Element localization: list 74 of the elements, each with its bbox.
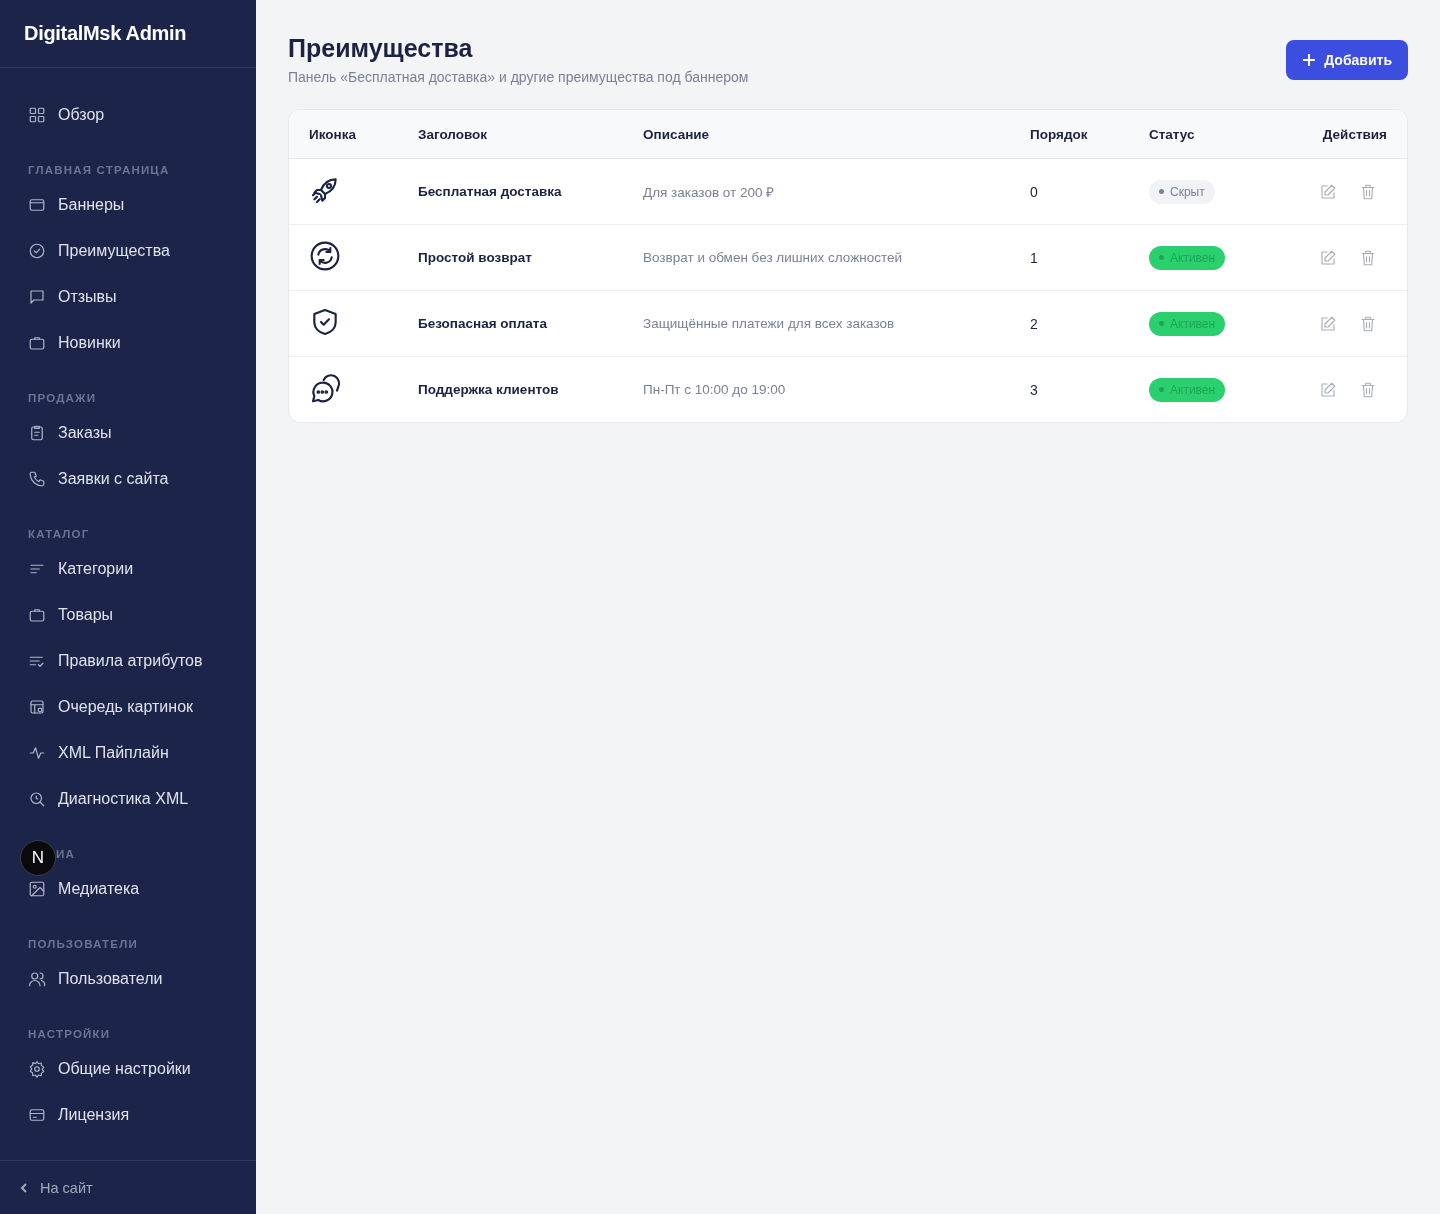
trash-icon[interactable] <box>1359 380 1377 399</box>
table-cell-text: 1 <box>1030 249 1039 266</box>
section-heading: КАТАЛОГ <box>28 528 90 540</box>
column-header: Порядок <box>1030 126 1089 142</box>
briefcase-icon <box>28 334 46 352</box>
search-icon <box>28 790 46 808</box>
trash-icon[interactable] <box>1359 248 1377 267</box>
table-cell-text: Для заказов от 200 ₽ <box>643 183 776 201</box>
table-cell-text: 2 <box>1030 315 1039 332</box>
sidebar-item[interactable]: Отзывы <box>0 274 256 320</box>
sidebar-item[interactable]: Баннеры <box>0 182 256 228</box>
table-cell-text: Возврат и обмен без лишних сложностей <box>643 250 904 265</box>
column-header: Действия <box>1322 126 1387 142</box>
refresh-icon <box>309 239 341 272</box>
back-to-site-link[interactable]: На сайт <box>18 1179 93 1196</box>
chevron-left-icon <box>18 1181 30 1194</box>
add-button[interactable]: Добавить <box>1286 40 1408 80</box>
page-subtitle: Панель «Бесплатная доставка» и другие преимущества под баннером <box>288 69 749 85</box>
section-heading: ГЛАВНАЯ СТРАНИЦА <box>28 164 170 176</box>
table-cell-text: Бесплатная доставка <box>418 184 563 199</box>
table-cell-text: Простой возврат <box>418 250 533 265</box>
sidebar-item[interactable]: Очередь картинок <box>0 684 256 730</box>
sidebar-item[interactable]: Преимущества <box>0 228 256 274</box>
phone-icon <box>28 470 46 488</box>
edit-icon[interactable] <box>1319 380 1337 399</box>
check-circle-icon <box>28 242 46 260</box>
briefcase-icon <box>28 606 46 624</box>
chat-bubbles-icon <box>309 371 341 404</box>
table-cell-text: Безопасная оплата <box>418 316 548 331</box>
sidebar-item[interactable]: Правила атрибутов <box>0 638 256 684</box>
sidebar-item[interactable]: Товары <box>0 592 256 638</box>
card-icon <box>28 196 46 214</box>
brand-name: DigitalMsk Admin <box>24 22 187 45</box>
column-header: Статус <box>1149 126 1196 142</box>
table-cell-text: Защищённые платежи для всех заказов <box>643 316 896 331</box>
section-heading: ИА <box>56 848 75 860</box>
plus-icon <box>1302 53 1317 67</box>
image-frame-icon <box>28 698 46 716</box>
column-header: Заголовок <box>418 126 489 142</box>
sidebar-item[interactable]: Обзор <box>0 92 256 138</box>
trash-icon[interactable] <box>1359 314 1377 333</box>
edit-icon[interactable] <box>1319 248 1337 267</box>
clipboard-icon <box>28 424 46 442</box>
status-badge: Скрыт <box>1149 179 1215 204</box>
section-heading: ПРОДАЖИ <box>28 392 97 404</box>
image-icon <box>28 880 46 898</box>
section-heading: ПОЛЬЗОВАТЕЛИ <box>28 938 138 950</box>
sidebar-item[interactable]: Общие настройки <box>0 1046 256 1092</box>
settings-icon <box>28 1060 46 1078</box>
page-title: Преимущества <box>288 34 474 63</box>
edit-icon[interactable] <box>1319 182 1337 201</box>
sidebar-item[interactable]: Заказы <box>0 410 256 456</box>
table-cell-text: Поддержка клиентов <box>418 382 560 397</box>
sidebar-item[interactable]: Диагностика XML <box>0 776 256 822</box>
sidebar-item[interactable]: Заявки с сайта <box>0 456 256 502</box>
table-cell-text: Пн-Пт с 10:00 до 19:00 <box>643 382 787 397</box>
trash-icon[interactable] <box>1359 182 1377 201</box>
column-header: Описание <box>643 126 711 142</box>
sidebar-item[interactable]: Категории <box>0 546 256 592</box>
users-icon <box>28 970 46 988</box>
sidebar-item[interactable]: XML Пайплайн <box>0 730 256 776</box>
table-cell-text: 3 <box>1030 381 1039 398</box>
column-header: Иконка <box>309 126 357 142</box>
sidebar-item[interactable]: Новинки <box>0 320 256 366</box>
section-heading: НАСТРОЙКИ <box>28 1028 111 1040</box>
grid-icon <box>28 106 46 124</box>
sidebar-item[interactable]: Лицензия <box>0 1092 256 1138</box>
pulse-icon <box>28 744 46 762</box>
dev-badge[interactable]: N <box>20 840 56 876</box>
speech-bubble-icon <box>28 288 46 306</box>
card-icon <box>28 1106 46 1124</box>
table-cell-text: 0 <box>1030 183 1039 200</box>
sidebar-item[interactable]: Пользователи <box>0 956 256 1002</box>
edit-icon[interactable] <box>1319 314 1337 333</box>
